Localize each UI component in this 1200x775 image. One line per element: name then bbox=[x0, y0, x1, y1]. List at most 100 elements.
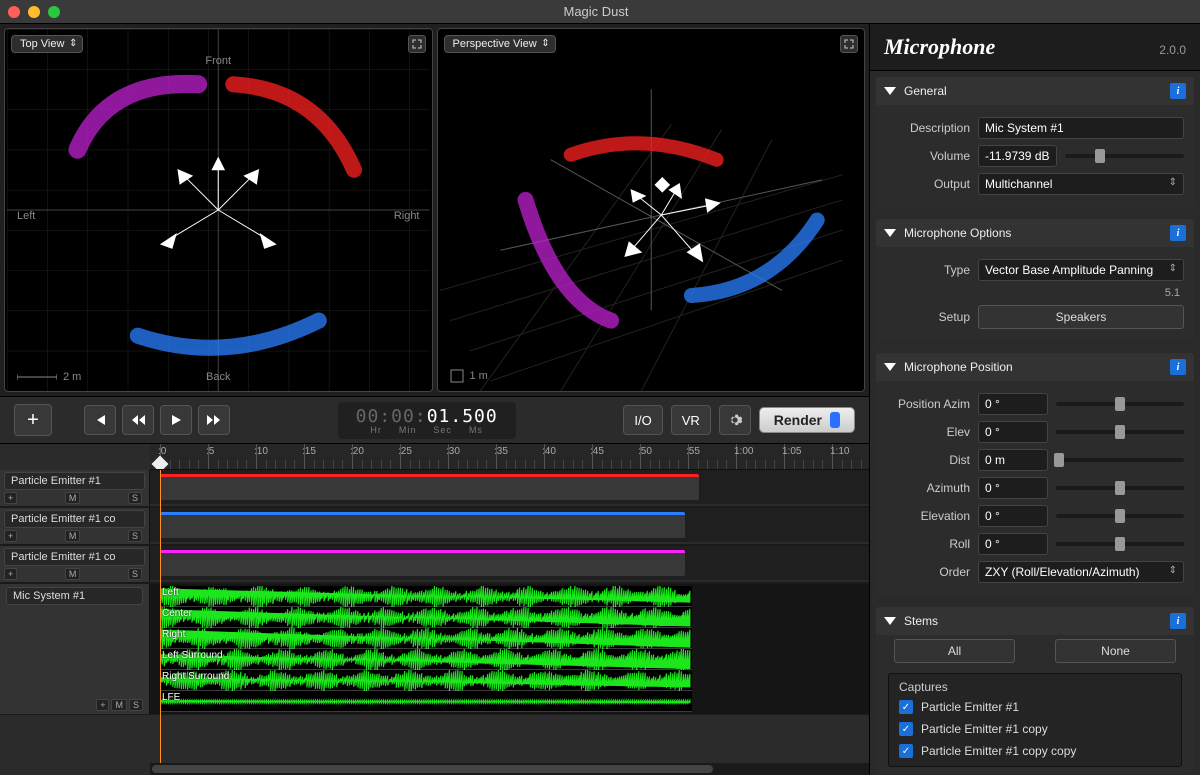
ruler-label: :10 bbox=[254, 446, 268, 457]
sidebar-version: 2.0.0 bbox=[1159, 43, 1186, 57]
clip[interactable] bbox=[160, 550, 685, 576]
window-title: Magic Dust bbox=[0, 4, 1192, 19]
mute-button[interactable]: M bbox=[65, 568, 81, 580]
viewport-top-expand-icon[interactable] bbox=[408, 35, 426, 53]
mic-pos-slider[interactable] bbox=[1056, 514, 1184, 518]
ruler-label: :40 bbox=[542, 446, 556, 457]
track-row: Particle Emitter #1 co + M S bbox=[0, 546, 869, 583]
mic-pos-value[interactable]: 0 ° bbox=[978, 505, 1048, 527]
solo-button[interactable]: S bbox=[129, 699, 143, 711]
panel-stems: Stems i All None Captures ✓Particle Emit… bbox=[876, 607, 1194, 773]
rewind-button[interactable] bbox=[122, 405, 154, 435]
viewport-top[interactable]: Top View bbox=[4, 28, 433, 392]
track-add-button[interactable]: + bbox=[4, 492, 17, 504]
waveform-lane: Right Surround bbox=[160, 670, 692, 691]
ruler-label: :30 bbox=[446, 446, 460, 457]
go-to-start-button[interactable] bbox=[84, 405, 116, 435]
capture-checkbox[interactable]: ✓ bbox=[899, 744, 913, 758]
render-indicator-icon bbox=[830, 412, 840, 428]
clip[interactable] bbox=[160, 512, 685, 538]
volume-slider[interactable] bbox=[1065, 154, 1185, 158]
speakers-button[interactable]: Speakers bbox=[978, 305, 1184, 329]
info-button[interactable]: i bbox=[1170, 83, 1186, 99]
mic-pos-value[interactable]: 0 ° bbox=[978, 477, 1048, 499]
titlebar: Magic Dust bbox=[0, 0, 1200, 24]
disclosure-icon[interactable] bbox=[884, 617, 896, 625]
info-button[interactable]: i bbox=[1170, 225, 1186, 241]
track-add-button[interactable]: + bbox=[4, 568, 17, 580]
mic-pos-slider[interactable] bbox=[1056, 430, 1184, 434]
mic-pos-slider[interactable] bbox=[1056, 486, 1184, 490]
render-button[interactable]: Render bbox=[759, 407, 855, 433]
io-button[interactable]: I/O bbox=[623, 405, 662, 435]
track-name[interactable]: Particle Emitter #1 bbox=[4, 472, 145, 490]
track-add-button[interactable]: + bbox=[96, 699, 109, 711]
solo-button[interactable]: S bbox=[128, 530, 142, 542]
solo-button[interactable]: S bbox=[128, 568, 142, 580]
mic-type-select[interactable]: Vector Base Amplitude Panning bbox=[978, 259, 1184, 281]
timecode-display: 00:00:01.500 HrMinSecMs bbox=[240, 402, 613, 439]
disclosure-icon[interactable] bbox=[884, 363, 896, 371]
capture-checkbox[interactable]: ✓ bbox=[899, 700, 913, 714]
capture-row[interactable]: ✓Particle Emitter #1 copy bbox=[893, 718, 1177, 740]
disclosure-icon[interactable] bbox=[884, 229, 896, 237]
solo-button[interactable]: S bbox=[128, 492, 142, 504]
mic-pos-value[interactable]: 0 m bbox=[978, 449, 1048, 471]
audio-track-row: Mic System #1 +MS Left Center Right Left… bbox=[0, 584, 869, 715]
vr-button[interactable]: VR bbox=[671, 405, 711, 435]
track-row: Particle Emitter #1 co + M S bbox=[0, 508, 869, 545]
viewport-perspective-expand-icon[interactable] bbox=[840, 35, 858, 53]
viewport-perspective-selector[interactable]: Perspective View bbox=[444, 35, 556, 53]
viewport-perspective[interactable]: Perspective View bbox=[437, 28, 866, 392]
info-button[interactable]: i bbox=[1170, 359, 1186, 375]
panel-general: General i Description Mic System #1 Volu… bbox=[876, 77, 1194, 207]
track-name[interactable]: Particle Emitter #1 co bbox=[4, 510, 145, 528]
mute-button[interactable]: M bbox=[111, 699, 127, 711]
mic-pos-slider[interactable] bbox=[1056, 542, 1184, 546]
info-button[interactable]: i bbox=[1170, 613, 1186, 629]
mute-button[interactable]: M bbox=[65, 492, 81, 504]
ruler-label: 1:00 bbox=[734, 446, 753, 457]
mute-button[interactable]: M bbox=[65, 530, 81, 542]
clip[interactable] bbox=[160, 474, 699, 500]
track-name[interactable]: Mic System #1 bbox=[6, 587, 143, 605]
ruler-label: :55 bbox=[686, 446, 700, 457]
axis-front-label: Front bbox=[5, 55, 432, 67]
output-select[interactable]: Multichannel bbox=[978, 173, 1184, 195]
ruler-label: :50 bbox=[638, 446, 652, 457]
stems-all-button[interactable]: All bbox=[894, 639, 1015, 663]
description-field[interactable]: Mic System #1 bbox=[978, 117, 1184, 139]
mic-pos-slider[interactable] bbox=[1056, 458, 1184, 462]
ruler-label: :15 bbox=[302, 446, 316, 457]
capture-row[interactable]: ✓Particle Emitter #1 copy copy bbox=[893, 740, 1177, 762]
waveform-lane: Left Surround bbox=[160, 649, 692, 670]
add-button[interactable]: + bbox=[14, 404, 52, 436]
ruler-label: :5 bbox=[206, 446, 214, 457]
settings-button[interactable] bbox=[719, 405, 751, 435]
volume-field[interactable]: -11.9739 dB bbox=[978, 145, 1057, 167]
stems-none-button[interactable]: None bbox=[1055, 639, 1176, 663]
horizontal-scrollbar[interactable] bbox=[150, 763, 869, 775]
mic-pos-slider[interactable] bbox=[1056, 402, 1184, 406]
capture-checkbox[interactable]: ✓ bbox=[899, 722, 913, 736]
capture-row[interactable]: ✓Particle Emitter #1 bbox=[893, 696, 1177, 718]
axis-right-label: Right bbox=[394, 210, 420, 222]
playhead[interactable] bbox=[160, 470, 161, 763]
ruler-label: :35 bbox=[494, 446, 508, 457]
disclosure-icon[interactable] bbox=[884, 87, 896, 95]
viewport-top-selector[interactable]: Top View bbox=[11, 35, 83, 53]
track-add-button[interactable]: + bbox=[4, 530, 17, 542]
mic-pos-value[interactable]: 0 ° bbox=[978, 393, 1048, 415]
fast-forward-button[interactable] bbox=[198, 405, 230, 435]
panel-mic-options: Microphone Options i Type Vector Base Am… bbox=[876, 219, 1194, 341]
ruler-label: 1:10 bbox=[830, 446, 849, 457]
top-view-canvas bbox=[5, 29, 432, 391]
timeline-ruler[interactable]: :0:5:10:15:20:25:30:35:40:45:50:551:001:… bbox=[150, 444, 869, 470]
order-select[interactable]: ZXY (Roll/Elevation/Azimuth) bbox=[978, 561, 1184, 583]
play-button[interactable] bbox=[160, 405, 192, 435]
waveform-lane: Left bbox=[160, 586, 692, 607]
mic-pos-value[interactable]: 0 ° bbox=[978, 421, 1048, 443]
mic-pos-value[interactable]: 0 ° bbox=[978, 533, 1048, 555]
ruler-label: :25 bbox=[398, 446, 412, 457]
track-name[interactable]: Particle Emitter #1 co bbox=[4, 548, 145, 566]
